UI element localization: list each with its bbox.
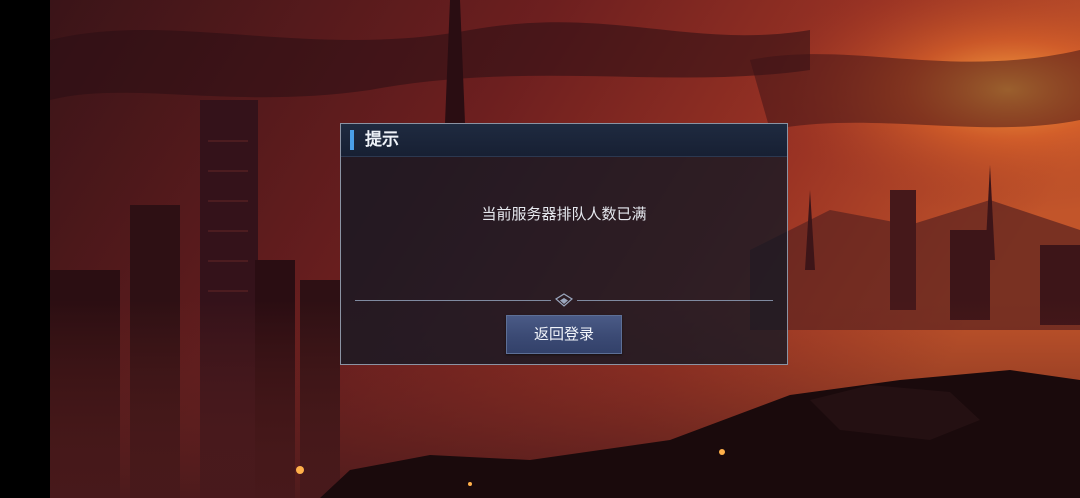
title-accent-bar [350,130,354,150]
divider-right [577,300,773,301]
left-letterbox [0,0,50,498]
notice-dialog: 提示 当前服务器排队人数已满 返回登录 [340,123,788,365]
game-screen: 提示 当前服务器排队人数已满 返回登录 [0,0,1080,498]
dialog-header: 提示 [341,124,787,157]
dialog-message: 当前服务器排队人数已满 [481,205,647,223]
dialog-title: 提示 [365,130,399,150]
diamond-ornament-icon [555,293,573,307]
divider-left [355,300,551,301]
return-to-login-button[interactable]: 返回登录 [506,315,622,354]
